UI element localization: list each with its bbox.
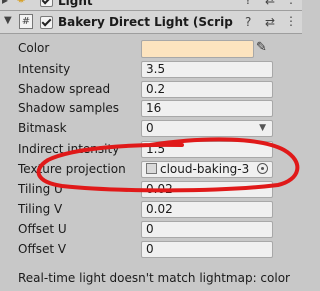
property-label: Tiling V xyxy=(18,202,63,216)
property-label: Texture projection xyxy=(18,162,126,176)
property-row-color: Color ✎ xyxy=(0,40,302,58)
property-row-offset-u: Offset U 0 xyxy=(0,221,302,239)
property-label: Offset V xyxy=(18,242,67,256)
component-title: Bakery Direct Light (Scrip xyxy=(58,15,233,29)
property-label: Indirect intensity xyxy=(18,142,120,156)
texture-icon xyxy=(146,163,157,174)
color-swatch[interactable] xyxy=(141,40,254,58)
more-options-icon[interactable]: ⋮ xyxy=(285,0,297,6)
property-label: Tiling U xyxy=(18,182,63,196)
bakery-component-header[interactable]: ▼ # Bakery Direct Light (Scrip ? ⇄ ⋮ xyxy=(0,11,302,34)
more-options-icon[interactable]: ⋮ xyxy=(285,14,297,28)
property-row-texture-projection: Texture projection cloud-baking-3 xyxy=(0,161,302,179)
indirect-intensity-field[interactable]: 1.5 xyxy=(141,141,273,158)
shadow-spread-field[interactable]: 0.2 xyxy=(141,81,273,98)
light-component-header[interactable]: ▸ ✹ Light ? ⇄ ⋮ xyxy=(0,0,302,11)
bitmask-dropdown[interactable]: 0 ▼ xyxy=(141,120,273,137)
intensity-field[interactable]: 3.5 xyxy=(141,61,273,78)
help-icon[interactable]: ? xyxy=(245,0,251,7)
offset-u-field[interactable]: 0 xyxy=(141,221,273,238)
light-icon: ✹ xyxy=(16,0,26,6)
property-label: Bitmask xyxy=(18,121,67,135)
shadow-samples-field[interactable]: 16 xyxy=(141,100,273,117)
eyedropper-icon[interactable]: ✎ xyxy=(256,40,270,56)
property-row-indirect-intensity: Indirect intensity 1.5 xyxy=(0,141,302,159)
property-row-intensity: Intensity 3.5 xyxy=(0,61,302,79)
bitmask-value: 0 xyxy=(146,121,154,135)
presets-icon[interactable]: ⇄ xyxy=(265,15,275,29)
light-component-title: Light xyxy=(58,0,93,8)
foldout-arrow-icon[interactable]: ▼ xyxy=(4,15,12,26)
property-label: Color xyxy=(18,41,50,55)
presets-icon[interactable]: ⇄ xyxy=(265,0,275,7)
dropdown-arrow-icon: ▼ xyxy=(259,123,266,133)
property-label: Offset U xyxy=(18,222,67,236)
lightmap-warning-text: Real-time light doesn't match lightmap: … xyxy=(18,271,290,285)
texture-name: cloud-baking-3 xyxy=(160,162,250,176)
property-row-bitmask: Bitmask 0 ▼ xyxy=(0,120,302,138)
light-enabled-checkbox[interactable] xyxy=(40,0,53,7)
property-row-tiling-u: Tiling U 0.02 xyxy=(0,181,302,199)
property-row-offset-v: Offset V 0 xyxy=(0,241,302,259)
property-row-shadow-spread: Shadow spread 0.2 xyxy=(0,81,302,99)
property-row-shadow-samples: Shadow samples 16 xyxy=(0,100,302,118)
texture-projection-object-field[interactable]: cloud-baking-3 xyxy=(141,161,273,178)
property-label: Shadow samples xyxy=(18,101,120,115)
collapse-arrow-icon[interactable]: ▸ xyxy=(2,0,8,7)
offset-v-field[interactable]: 0 xyxy=(141,241,273,258)
help-icon[interactable]: ? xyxy=(245,15,251,29)
script-icon: # xyxy=(19,14,33,29)
property-label: Intensity xyxy=(18,62,71,76)
tiling-u-field[interactable]: 0.02 xyxy=(141,181,273,198)
property-row-tiling-v: Tiling V 0.02 xyxy=(0,201,302,219)
object-picker-icon[interactable] xyxy=(257,163,268,174)
property-label: Shadow spread xyxy=(18,82,111,96)
tiling-v-field[interactable]: 0.02 xyxy=(141,201,273,218)
component-enabled-checkbox[interactable] xyxy=(40,16,53,29)
